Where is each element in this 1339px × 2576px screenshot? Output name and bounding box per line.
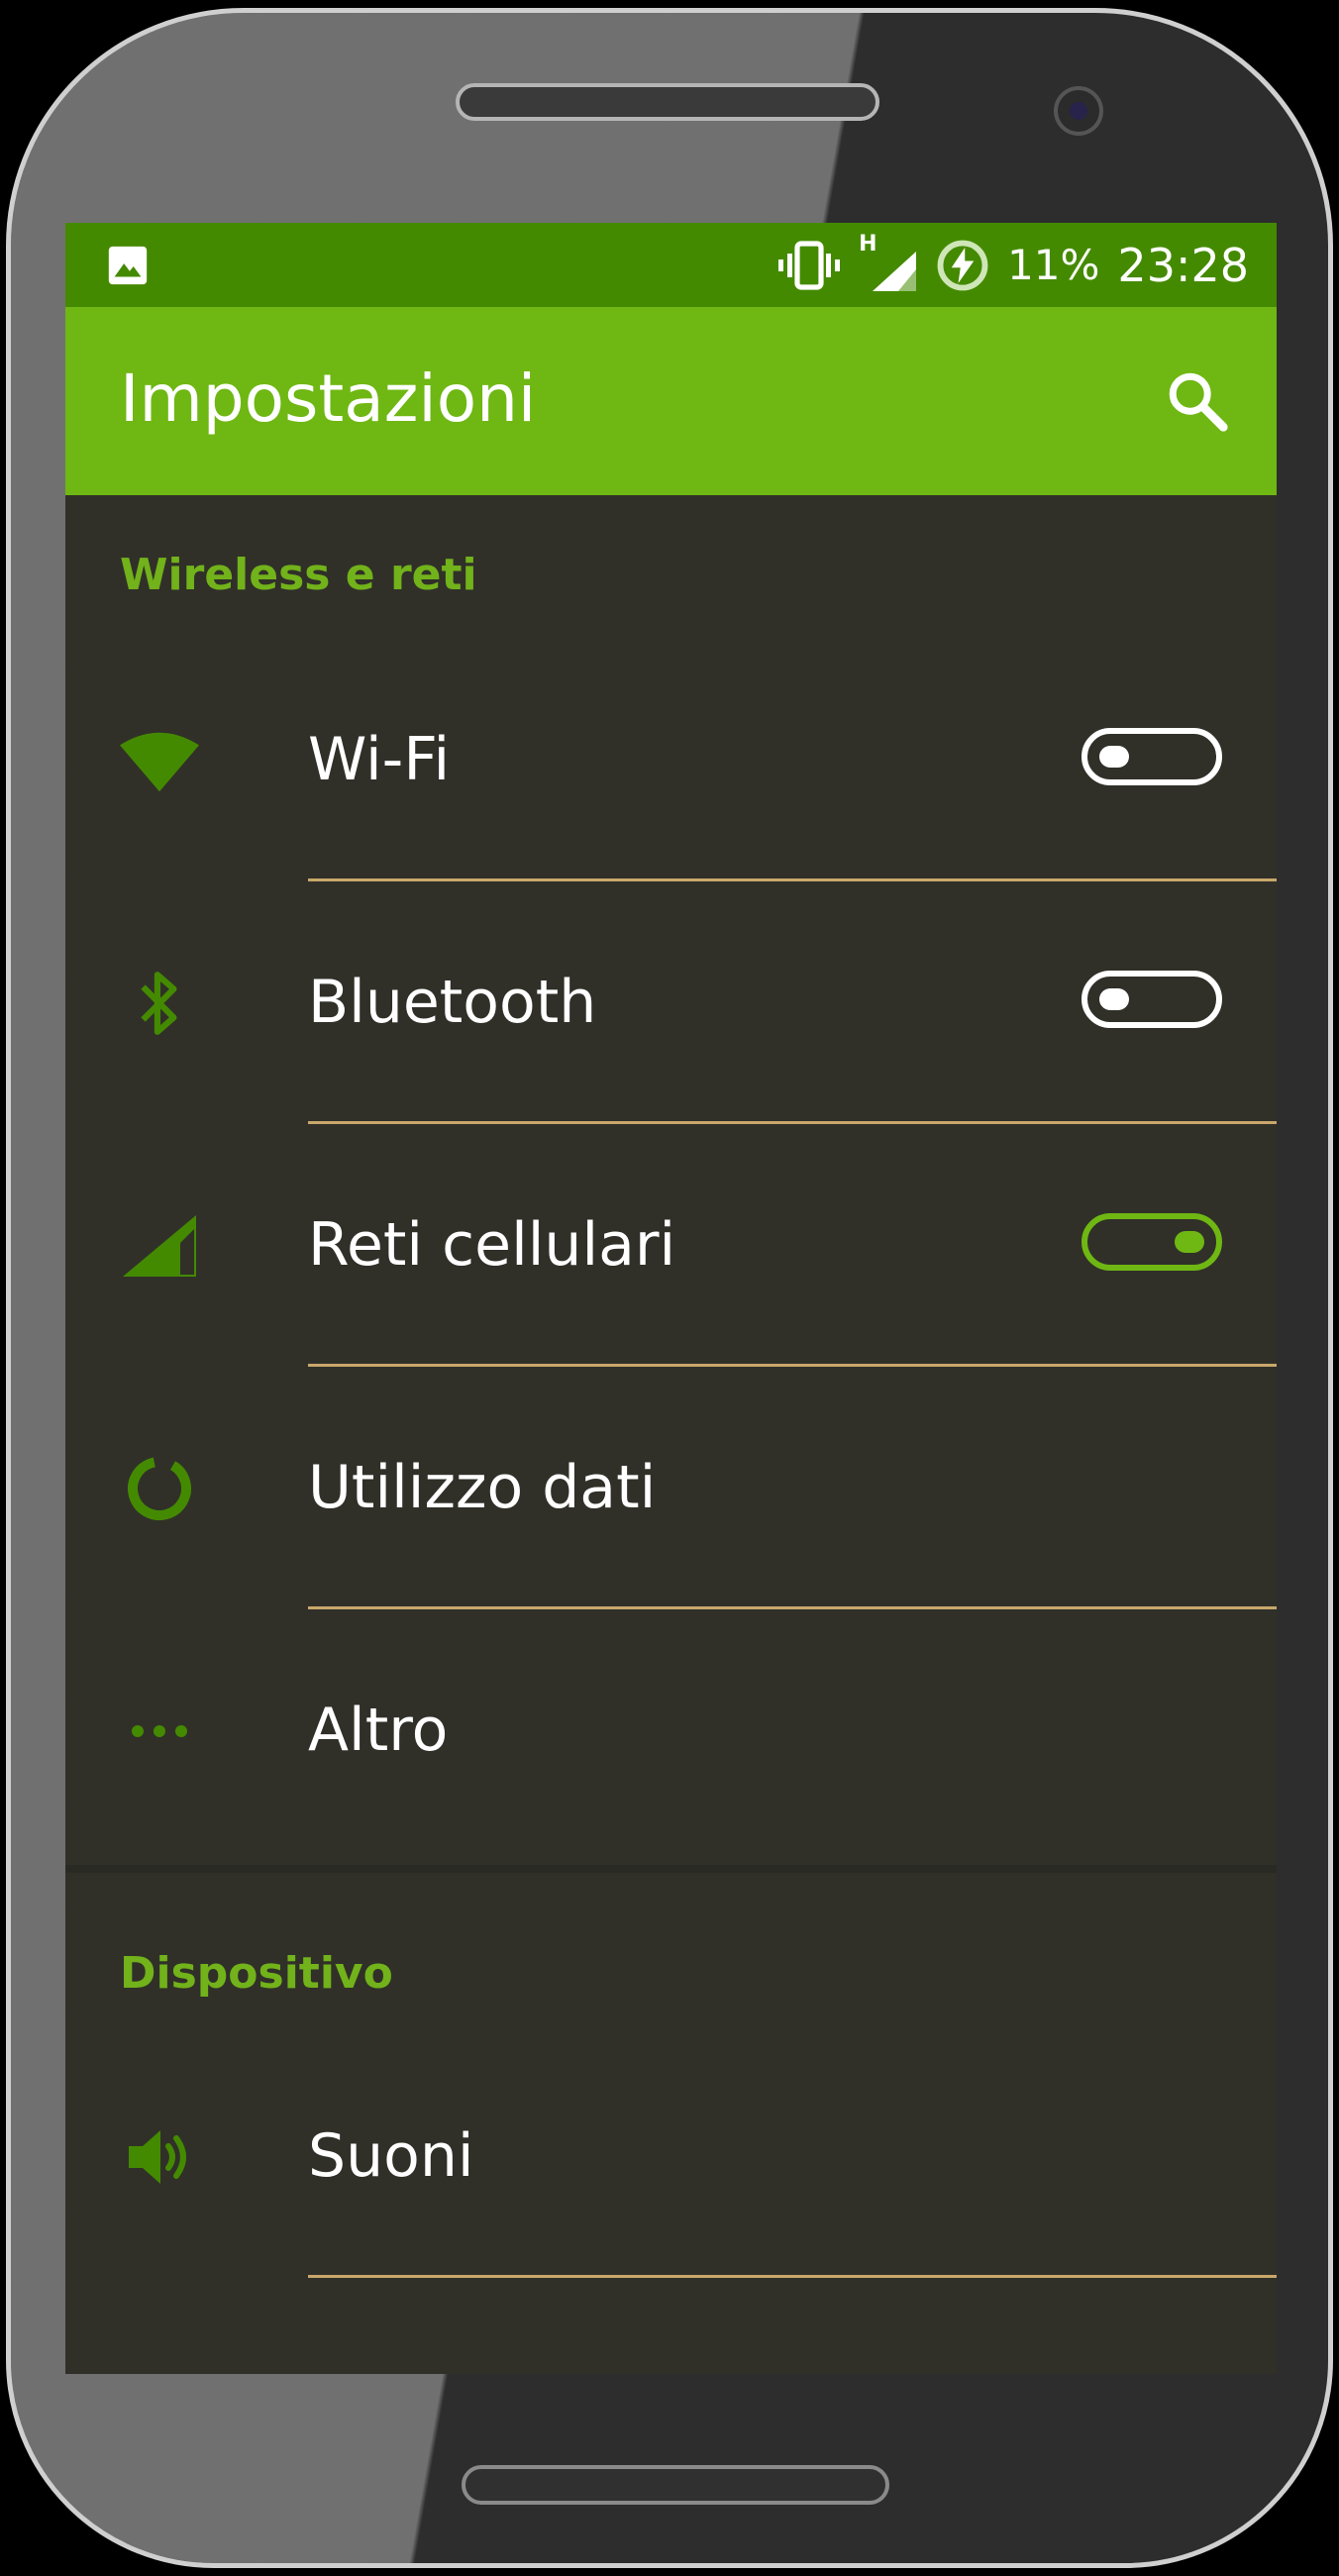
settings-item-bluetooth[interactable]: Bluetooth xyxy=(65,881,1277,1124)
section-header-wireless: Wireless e reti xyxy=(120,550,477,600)
settings-item-label: Suoni xyxy=(308,2121,474,2191)
signal-strength: H xyxy=(859,232,918,293)
vibrate-icon xyxy=(778,240,841,290)
clock: 23:28 xyxy=(1117,238,1249,292)
screen: H 11% 23:28 Impostazioni Wireless e reti… xyxy=(65,223,1277,2374)
wifi-icon xyxy=(120,639,199,881)
cellular-signal-icon xyxy=(120,1124,199,1367)
more-icon xyxy=(120,1609,199,1852)
front-camera xyxy=(1054,86,1103,136)
settings-item-label: Altro xyxy=(308,1696,449,1765)
bluetooth-toggle[interactable] xyxy=(1082,971,1222,1028)
home-button[interactable] xyxy=(462,2465,889,2505)
settings-item-sounds[interactable]: Suoni xyxy=(65,2035,1277,2278)
settings-item-cellular[interactable]: Reti cellulari xyxy=(65,1124,1277,1367)
volume-icon xyxy=(120,2035,199,2278)
section-header-device: Dispositivo xyxy=(120,1948,393,1999)
settings-item-wifi[interactable]: Wi-Fi xyxy=(65,639,1277,881)
image-notification-icon xyxy=(108,246,148,285)
battery-percent: 11% xyxy=(1007,241,1100,289)
section-separator xyxy=(65,1865,1277,1873)
data-usage-icon xyxy=(120,1367,199,1609)
signal-icon xyxy=(873,251,917,291)
earpiece-speaker xyxy=(456,83,879,121)
page-title: Impostazioni xyxy=(120,361,537,437)
bluetooth-icon xyxy=(120,881,199,1124)
settings-item-label: Bluetooth xyxy=(308,968,597,1037)
settings-item-label: Wi-Fi xyxy=(308,725,451,794)
search-icon xyxy=(1169,372,1228,432)
settings-item-label: Utilizzo dati xyxy=(308,1453,657,1522)
wifi-toggle[interactable] xyxy=(1082,728,1222,785)
phone-frame: H 11% 23:28 Impostazioni Wireless e reti… xyxy=(0,0,1339,2576)
battery-charging-icon xyxy=(937,240,988,290)
settings-item-label: Reti cellulari xyxy=(308,1210,676,1280)
cellular-toggle[interactable] xyxy=(1082,1213,1222,1271)
divider xyxy=(308,2275,1277,2278)
status-bar: H 11% 23:28 xyxy=(65,223,1277,307)
settings-item-data-usage[interactable]: Utilizzo dati xyxy=(65,1367,1277,1609)
search-button[interactable] xyxy=(1163,366,1232,436)
settings-item-more[interactable]: Altro xyxy=(65,1609,1277,1852)
app-bar: Impostazioni xyxy=(65,307,1277,495)
